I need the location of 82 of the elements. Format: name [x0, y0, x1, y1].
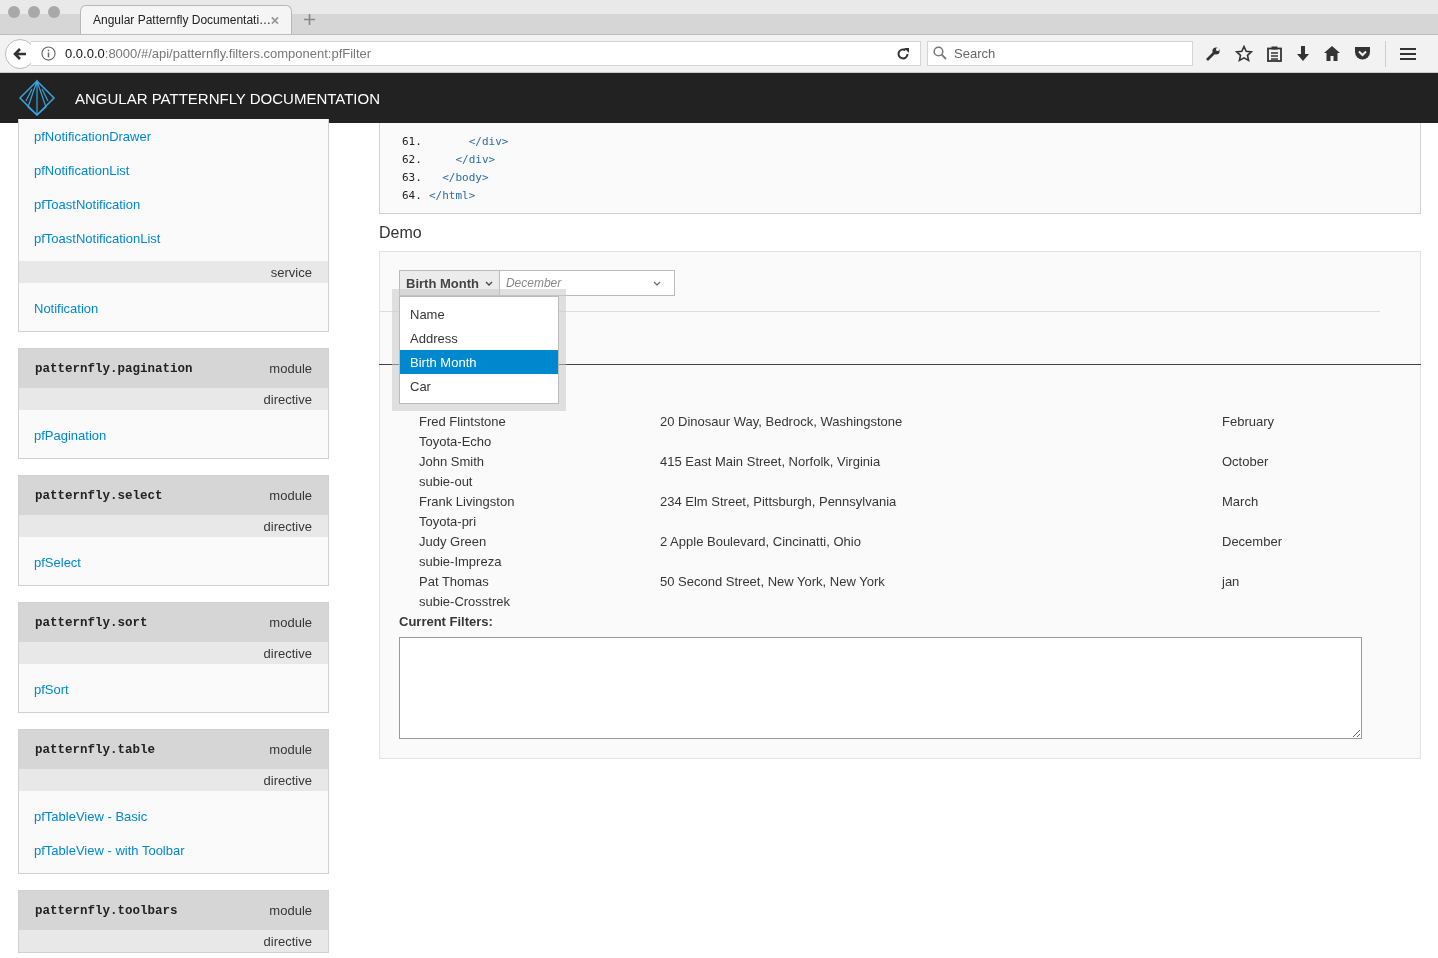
section-label: directive	[263, 645, 312, 661]
month-text: October	[1222, 453, 1270, 471]
sidebar-link[interactable]: pfNotificationList	[34, 162, 130, 178]
menu-icon[interactable]	[1400, 46, 1416, 61]
code-text: </html>	[429, 188, 476, 202]
section-label: directive	[263, 518, 312, 534]
code-text: </div>	[454, 152, 496, 166]
section-label: directive	[263, 391, 312, 407]
section-label: directive	[263, 933, 312, 949]
browser-tab[interactable]: Angular Patternfly Documentati…	[80, 5, 292, 34]
sidebar-link[interactable]: pfTableView - with Toolbar	[34, 842, 185, 858]
line-number: 61.	[402, 134, 423, 148]
search-field[interactable]: Search	[927, 41, 1193, 66]
module-label: module	[269, 361, 312, 376]
address-text: 50 Second Street, New York, New York	[660, 573, 886, 591]
logo-icon[interactable]	[18, 79, 56, 117]
module-label: module	[269, 488, 312, 503]
sidebar-link[interactable]: pfPagination	[34, 427, 107, 443]
module-label: module	[269, 903, 312, 918]
person-name: John Smith	[419, 453, 486, 471]
car-text: Toyota-Echo	[419, 433, 493, 451]
close-icon[interactable]	[271, 15, 279, 25]
module-label: module	[269, 742, 312, 757]
car-text: subie-Crosstrek	[419, 593, 512, 611]
module-name: patternfly.toolbars	[35, 903, 178, 918]
home-icon[interactable]	[1324, 46, 1340, 61]
code-text: </body>	[441, 170, 489, 184]
sidebar-link[interactable]: Notification	[34, 300, 99, 316]
address-text: 415 East Main Street, Norfolk, Virginia	[660, 453, 882, 471]
sidebar-link[interactable]: pfNotificationDrawer	[34, 128, 152, 144]
person-name: Fred Flintstone	[419, 413, 507, 431]
back-arrow-icon	[12, 45, 28, 62]
sidebar-link[interactable]: pfSort	[34, 681, 69, 697]
module-name: patternfly.table	[35, 742, 156, 757]
car-text: Toyota-pri	[419, 513, 478, 531]
module-name: patternfly.select	[35, 488, 163, 503]
month-text: February	[1222, 413, 1276, 431]
pocket-icon[interactable]	[1354, 46, 1371, 61]
sidebar-link[interactable]: pfToastNotificationList	[34, 230, 161, 246]
module-name: patternfly.sort	[35, 615, 148, 630]
address-text: 20 Dinosaur Way, Bedrock, Washingstone	[660, 413, 904, 431]
section-label: directive	[263, 772, 312, 788]
menu-item[interactable]: Address	[400, 326, 558, 350]
module-label: module	[269, 615, 312, 630]
person-name: Judy Green	[419, 533, 488, 551]
line-number: 63.	[402, 170, 423, 184]
line-number: 64.	[402, 188, 423, 202]
caret-icon	[652, 281, 661, 286]
wrench-icon[interactable]	[1205, 45, 1221, 62]
download-icon[interactable]	[1296, 45, 1310, 62]
current-filters-label: Current Filters:	[399, 613, 494, 631]
reload-icon[interactable]	[896, 46, 910, 61]
site-title[interactable]: ANGULAR PATTERNFLY DOCUMENTATION	[75, 89, 381, 107]
module-name: patternfly.pagination	[35, 361, 193, 376]
address-text: 2 Apple Boulevard, Cincinatti, Ohio	[660, 533, 862, 551]
car-text: subie-Impreza	[419, 553, 503, 571]
star-icon[interactable]	[1235, 44, 1253, 63]
filter-value-select[interactable]: December	[499, 270, 675, 296]
menu-item[interactable]: Name	[400, 302, 558, 326]
month-text: March	[1222, 493, 1260, 511]
caret-icon	[484, 280, 493, 286]
clipboard-icon[interactable]	[1267, 45, 1282, 62]
sidebar-link[interactable]: pfToastNotification	[34, 196, 141, 212]
section-label: service	[270, 264, 312, 280]
address-text: 234 Elm Street, Pittsburgh, Pennsylvania	[660, 493, 898, 511]
search-icon	[933, 46, 947, 60]
line-number: 62.	[402, 152, 423, 166]
person-name: Frank Livingston	[419, 493, 516, 511]
month-text: jan	[1222, 573, 1241, 591]
person-name: Pat Thomas	[419, 573, 490, 591]
sidebar-link[interactable]: pfSelect	[34, 554, 81, 570]
car-text: subie-out	[419, 473, 474, 491]
sidebar-link[interactable]: pfTableView - Basic	[34, 808, 148, 824]
menu-item[interactable]: Car	[400, 374, 558, 398]
code-text: </div>	[467, 134, 509, 148]
demo-heading: Demo	[379, 224, 423, 242]
filter-field-dropdown[interactable]: Birth Month	[399, 270, 500, 296]
info-icon[interactable]	[41, 46, 56, 61]
menu-item[interactable]: Birth Month	[400, 350, 558, 374]
filters-textarea[interactable]	[399, 637, 1362, 739]
address-bar[interactable]: 0.0.0.0:8000/#/api/patternfly.filters.component:pfFilter	[31, 41, 921, 66]
month-text: December	[1222, 533, 1283, 551]
